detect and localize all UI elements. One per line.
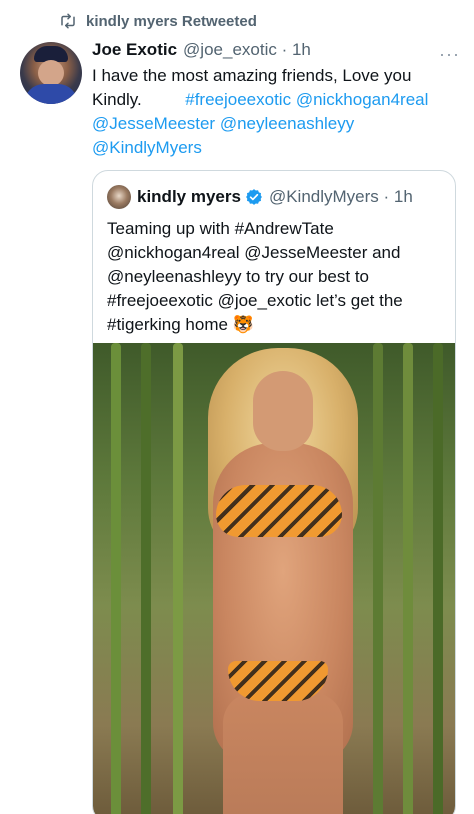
quote-tweet-card[interactable]: kindly myers @KindlyMyers · 1h Teaming u… [92,170,456,814]
tweet-text-line1: I have the most amazing friends, Love yo… [92,66,412,85]
mention-nickhogan4real[interactable]: @nickhogan4real [296,90,429,109]
photo-figure-legs [223,693,343,814]
photo-bikini-bottom [228,661,328,701]
quote-text-line3: @neyleenashleyy to try our best to [107,267,370,286]
quote-text-line4: #freejoeexotic @joe_exotic let’s get the [107,291,403,310]
author-handle-time[interactable]: @joe_exotic · 1h [183,40,311,60]
avatar[interactable] [20,42,82,104]
avatar-face [38,60,64,86]
bamboo-stalk [433,343,443,814]
tweet-view: kindly myers Retweeted Joe Exotic @joe_e… [0,0,474,814]
quote-header: kindly myers @KindlyMyers · 1h [107,185,413,209]
avatar-shirt [24,84,78,104]
quote-author-handle-time[interactable]: @KindlyMyers · 1h [269,187,413,207]
photo-figure-face [253,371,313,451]
quote-photo[interactable] [93,343,455,814]
tweet-author-row: Joe Exotic @joe_exotic · 1h [92,40,452,60]
mention-jessemeester[interactable]: @JesseMeester [92,114,215,133]
bamboo-stalk [141,343,151,814]
quote-text-line1: Teaming up with #AndrewTate [107,219,334,238]
bamboo-stalk [373,343,383,814]
bamboo-stalk [173,343,183,814]
tweet-text-line2: Kindly. #freejoeexotic @nickhogan4real [92,88,462,112]
retweet-icon [58,12,78,30]
retweet-indicator[interactable]: kindly myers Retweeted [58,12,257,30]
hashtag-freejoeexotic[interactable]: #freejoeexotic [185,90,291,109]
mention-kindlymyers[interactable]: @KindlyMyers [92,138,202,157]
tweet-text: I have the most amazing friends, Love yo… [92,64,462,160]
tweet-text-kindly: Kindly. [92,90,142,109]
quote-avatar[interactable] [107,185,131,209]
bamboo-stalk [111,343,121,814]
retweet-label: kindly myers Retweeted [86,12,257,30]
verified-badge-icon [245,188,263,206]
quote-text-line2: @nickhogan4real @JesseMeester and [107,243,401,262]
quote-text: Teaming up with #AndrewTate @nickhogan4r… [107,217,443,337]
photo-bikini-top [216,485,342,537]
quote-text-line5: #tigerking home 🐯 [107,315,254,334]
tweet-text-line4: @KindlyMyers [92,136,462,160]
bamboo-stalk [403,343,413,814]
author-name[interactable]: Joe Exotic [92,40,177,60]
tweet-text-line3: @JesseMeester @neyleenashleyy [92,112,462,136]
quote-author-name[interactable]: kindly myers [137,187,241,207]
more-dots-icon[interactable]: ··· [439,44,460,65]
mention-neyleenashleyy[interactable]: @neyleenashleyy [220,114,354,133]
